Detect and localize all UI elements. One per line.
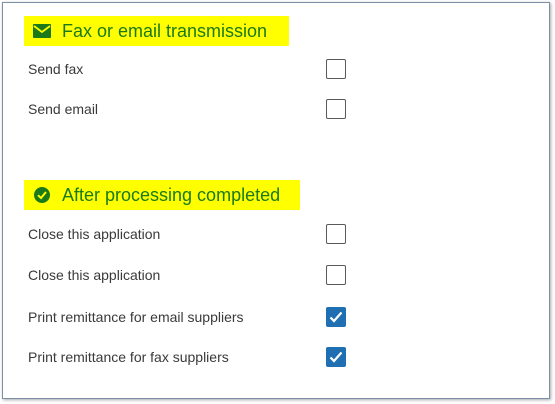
envelope-icon [32, 21, 52, 41]
print-remittance-fax-label: Print remittance for fax suppliers [28, 349, 229, 365]
fax-email-section-title: Fax or email transmission [62, 20, 268, 41]
check-circle-icon [32, 185, 52, 205]
after-processing-section-header: After processing completed [24, 180, 300, 210]
after-processing-section-title: After processing completed [62, 184, 281, 205]
print-remittance-email-checkbox[interactable] [326, 307, 346, 327]
print-remittance-fax-row: Print remittance for fax suppliers [28, 345, 346, 369]
close-application-row-1: Close this application [28, 222, 346, 246]
send-fax-label: Send fax [28, 61, 84, 77]
print-remittance-email-row: Print remittance for email suppliers [28, 305, 346, 329]
send-email-checkbox[interactable] [326, 99, 346, 119]
close-application-label-2: Close this application [28, 267, 161, 283]
close-application-row-2: Close this application [28, 263, 346, 287]
send-fax-checkbox[interactable] [326, 59, 346, 79]
send-email-label: Send email [28, 101, 99, 117]
send-email-row: Send email [28, 97, 346, 121]
settings-panel: Fax or email transmission Send fax Send … [2, 2, 550, 399]
close-application-label-1: Close this application [28, 226, 161, 242]
send-fax-row: Send fax [28, 57, 346, 81]
close-application-checkbox-2[interactable] [326, 265, 346, 285]
print-remittance-email-label: Print remittance for email suppliers [28, 309, 244, 325]
close-application-checkbox-1[interactable] [326, 224, 346, 244]
fax-email-section-header: Fax or email transmission [24, 16, 289, 46]
print-remittance-fax-checkbox[interactable] [326, 347, 346, 367]
